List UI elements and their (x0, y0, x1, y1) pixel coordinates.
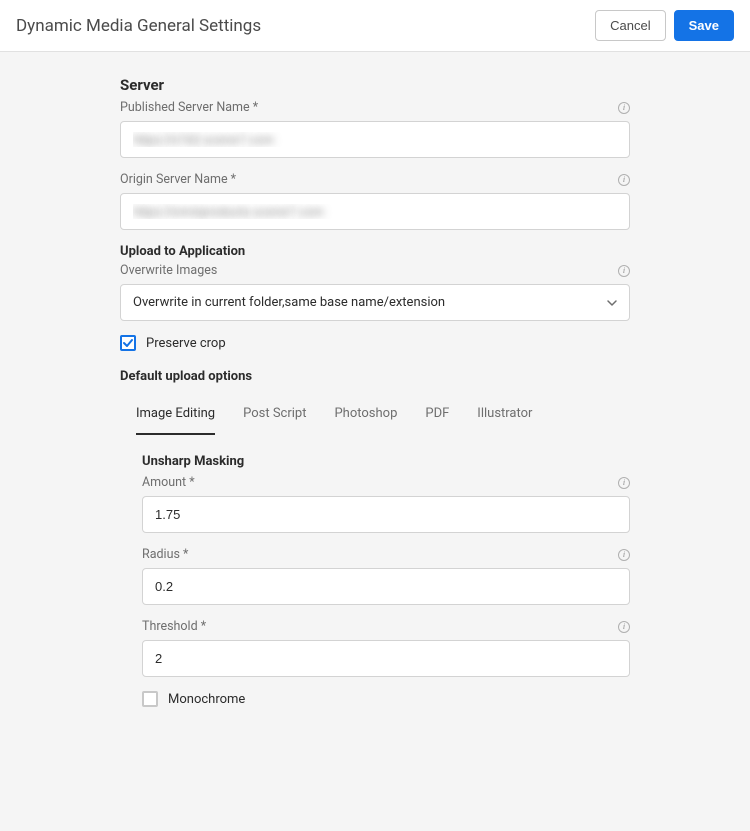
page-header: Dynamic Media General Settings Cancel Sa… (0, 0, 750, 52)
origin-server-input[interactable] (120, 193, 630, 230)
preserve-crop-label: Preserve crop (146, 336, 226, 351)
threshold-field: Threshold * i (142, 619, 630, 677)
unsharp-masking-heading: Unsharp Masking (142, 454, 630, 469)
threshold-input[interactable] (142, 640, 630, 677)
save-button[interactable]: Save (674, 10, 734, 41)
radius-label: Radius * (142, 547, 188, 562)
tab-post-script[interactable]: Post Script (243, 396, 306, 435)
page-title: Dynamic Media General Settings (16, 16, 261, 36)
published-server-field: Published Server Name * i (120, 100, 630, 158)
radius-field: Radius * i (142, 547, 630, 605)
server-section-heading: Server (120, 76, 630, 94)
monochrome-label: Monochrome (168, 692, 245, 707)
upload-options-tabs: Image Editing Post Script Photoshop PDF … (120, 392, 630, 436)
tab-illustrator[interactable]: Illustrator (477, 396, 532, 435)
amount-field: Amount * i (142, 475, 630, 533)
published-server-label: Published Server Name * (120, 100, 258, 115)
upload-section-heading: Upload to Application (120, 244, 630, 259)
info-icon[interactable]: i (618, 549, 630, 561)
threshold-label: Threshold * (142, 619, 206, 634)
info-icon[interactable]: i (618, 265, 630, 277)
info-icon[interactable]: i (618, 174, 630, 186)
published-server-input[interactable] (120, 121, 630, 158)
amount-label: Amount * (142, 475, 195, 490)
overwrite-images-select[interactable]: Overwrite in current folder,same base na… (120, 284, 630, 321)
info-icon[interactable]: i (618, 102, 630, 114)
info-icon[interactable]: i (618, 621, 630, 633)
overwrite-images-label: Overwrite Images (120, 263, 217, 278)
monochrome-row: Monochrome (142, 691, 630, 707)
content-area: Server Published Server Name * i Origin … (0, 52, 750, 765)
header-actions: Cancel Save (595, 10, 734, 41)
settings-form: Server Published Server Name * i Origin … (120, 76, 630, 707)
preserve-crop-checkbox[interactable] (120, 335, 136, 351)
monochrome-checkbox[interactable] (142, 691, 158, 707)
tab-photoshop[interactable]: Photoshop (334, 396, 397, 435)
info-icon[interactable]: i (618, 477, 630, 489)
radius-input[interactable] (142, 568, 630, 605)
overwrite-images-field: Overwrite Images i Overwrite in current … (120, 263, 630, 321)
tab-pdf[interactable]: PDF (425, 396, 449, 435)
check-icon (122, 337, 134, 349)
tab-image-editing[interactable]: Image Editing (136, 396, 215, 435)
default-upload-options-heading: Default upload options (120, 369, 630, 384)
amount-input[interactable] (142, 496, 630, 533)
cancel-button[interactable]: Cancel (595, 10, 665, 41)
origin-server-field: Origin Server Name * i (120, 172, 630, 230)
preserve-crop-row: Preserve crop (120, 335, 630, 351)
origin-server-label: Origin Server Name * (120, 172, 236, 187)
